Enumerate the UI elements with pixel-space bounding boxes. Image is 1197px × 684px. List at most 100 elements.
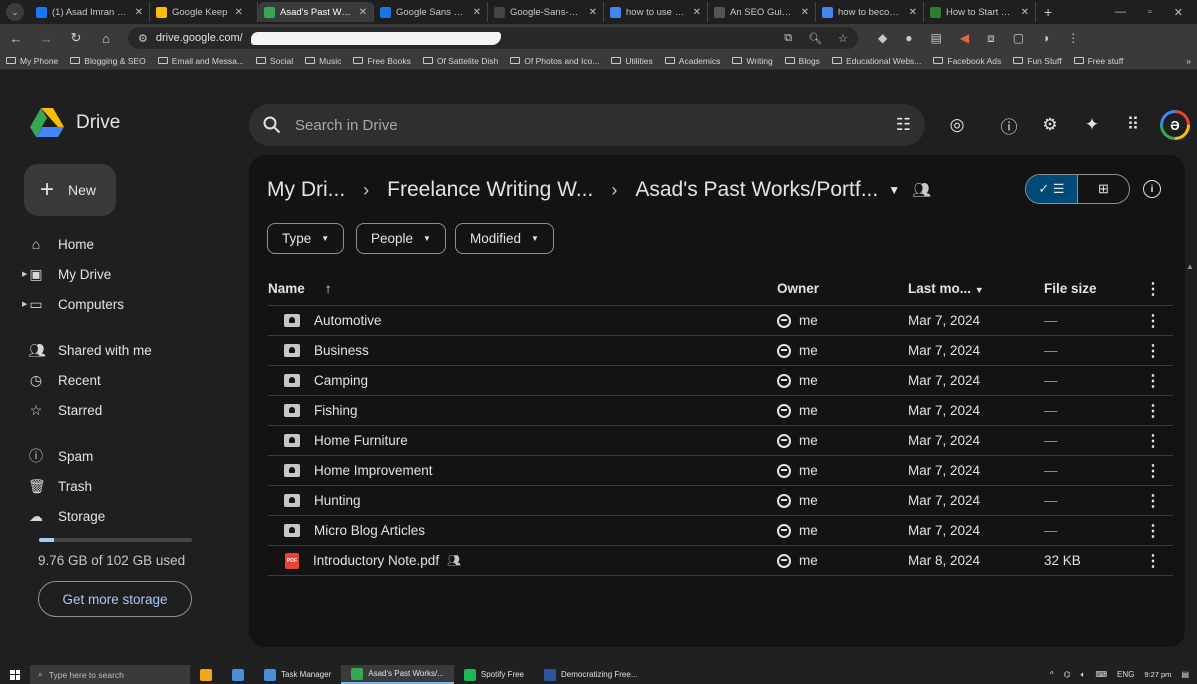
browser-tab[interactable]: Google-Sans-Font ✕ <box>488 2 604 22</box>
browser-menu-icon[interactable]: ⋮ <box>1067 31 1079 46</box>
folder-menu-dropdown-icon[interactable]: ▼ <box>888 183 900 197</box>
file-row[interactable]: Micro Blog Articles me Mar 7, 2024 — ⋮ <box>268 516 1173 546</box>
bookmark-item[interactable]: Writing <box>732 56 773 66</box>
restore-icon[interactable]: ▫ <box>1148 6 1152 19</box>
row-more-actions-icon[interactable]: ⋮ <box>1145 551 1161 571</box>
bookmark-item[interactable]: Email and Messa... <box>157 56 244 66</box>
search-bar[interactable]: ☷ <box>249 104 925 146</box>
tab-close-icon[interactable]: ✕ <box>234 7 242 18</box>
start-button[interactable] <box>0 669 30 680</box>
filter-chip-type[interactable]: Type ▼ <box>267 223 345 254</box>
file-row[interactable]: PDF Introductory Note.pdf 👥︎ me Mar 8, 2024 3… <box>268 546 1173 576</box>
taskbar-app[interactable]: Task Manager <box>254 665 341 684</box>
get-more-storage-button[interactable]: Get more storage <box>38 581 192 617</box>
browser-tab[interactable]: How to Start Your ✕ <box>924 2 1036 22</box>
bookmark-item[interactable]: Educational Webs... <box>831 56 921 66</box>
keyboard-icon[interactable]: ⌨ <box>1095 670 1107 679</box>
sidebar-item-trash[interactable]: 🗑︎ Trash <box>28 472 92 500</box>
taskbar-app-pinned[interactable] <box>190 665 222 684</box>
volume-icon[interactable]: 🔈︎ <box>1081 670 1086 680</box>
column-options-more-icon[interactable]: ⋮ <box>1145 279 1161 299</box>
file-row[interactable]: Home Improvement me Mar 7, 2024 — ⋮ <box>268 456 1173 486</box>
sidebar-item-home[interactable]: ⌂ Home <box>28 230 94 258</box>
bookmark-item[interactable]: Blogging & SEO <box>70 56 146 66</box>
network-icon[interactable]: ⌬ <box>1064 670 1071 679</box>
breadcrumb-item-my-drive[interactable]: My Dri... <box>267 178 345 202</box>
tab-close-icon[interactable]: ✕ <box>801 7 809 18</box>
profile-icon[interactable]: ◑ <box>1042 31 1049 46</box>
column-header-name[interactable]: Name ↑ <box>268 281 332 296</box>
minimize-icon[interactable]: — <box>1115 6 1126 19</box>
browser-tab[interactable]: An SEO Guide to ✕ <box>708 2 816 22</box>
search-input[interactable] <box>295 116 882 134</box>
bookmark-item[interactable]: Fun Stuff <box>1013 56 1062 66</box>
help-icon[interactable]: ⓘ <box>997 113 1021 137</box>
filter-chip-modified[interactable]: Modified ▼ <box>455 223 554 254</box>
tab-close-icon[interactable]: ✕ <box>589 7 597 18</box>
extension-icon[interactable]: ◀ <box>960 31 969 46</box>
browser-tab[interactable]: Google Sans Font ✕ <box>374 2 488 22</box>
bookmark-item[interactable]: My Phone <box>6 56 58 66</box>
tab-close-icon[interactable]: ✕ <box>1021 7 1029 18</box>
row-more-actions-icon[interactable]: ⋮ <box>1145 491 1161 511</box>
row-more-actions-icon[interactable]: ⋮ <box>1145 311 1161 331</box>
column-header-owner[interactable]: Owner <box>777 281 819 296</box>
bookmark-item[interactable]: Of Sattelite Dish <box>422 56 498 66</box>
sidebar-item-storage[interactable]: ☁ Storage <box>28 502 105 530</box>
file-row[interactable]: Home Furniture me Mar 7, 2024 — ⋮ <box>268 426 1173 456</box>
tab-search-chevron-icon[interactable]: ⌄ <box>6 3 24 21</box>
breadcrumb-item-freelance-writing[interactable]: Freelance Writing W... <box>387 178 593 202</box>
scrollbar-up-arrow-icon[interactable]: ▲ <box>1186 262 1194 271</box>
row-more-actions-icon[interactable]: ⋮ <box>1145 431 1161 451</box>
taskbar-app[interactable]: Democratizing Free... <box>534 665 647 684</box>
bookmark-item[interactable]: Blogs <box>784 56 820 66</box>
gemini-sparkle-icon[interactable]: ✦ <box>1080 113 1104 137</box>
browser-tab[interactable]: how to become ✕ <box>816 2 924 22</box>
shared-folder-icon[interactable]: 👥︎ <box>912 181 931 199</box>
view-details-info-icon[interactable]: i <box>1143 180 1161 198</box>
file-row[interactable]: Automotive me Mar 7, 2024 — ⋮ <box>268 306 1173 336</box>
home-browser-icon[interactable]: ⌂ <box>98 31 114 46</box>
browser-tab[interactable]: Google Keep ✕ <box>150 2 258 22</box>
breadcrumb-item-current-folder[interactable]: Asad's Past Works/Portf... <box>635 178 878 202</box>
column-header-file-size[interactable]: File size <box>1044 281 1097 296</box>
address-bar[interactable]: ⚙ drive.google.com/ ⧉ 🔍︎ ☆ <box>128 27 858 49</box>
search-options-icon[interactable]: ☷ <box>896 115 911 135</box>
bookmark-item[interactable]: Free Books <box>353 56 411 66</box>
taskbar-search-box[interactable]: ⌕ Type here to search <box>30 665 190 684</box>
language-indicator[interactable]: ENG <box>1117 670 1134 679</box>
tray-overflow-icon[interactable]: ^ <box>1050 670 1054 679</box>
bookmark-item[interactable]: Free stuff <box>1073 56 1123 66</box>
file-row[interactable]: Business me Mar 7, 2024 — ⋮ <box>268 336 1173 366</box>
sidebar-item-computers[interactable]: ▶ ▭ Computers <box>22 290 124 318</box>
drive-logo[interactable]: Drive <box>30 108 120 138</box>
extensions-puzzle-icon[interactable]: ⧈ <box>987 31 995 46</box>
zoom-icon[interactable]: 🔍︎ <box>808 32 822 45</box>
row-more-actions-icon[interactable]: ⋮ <box>1145 521 1161 541</box>
bookmark-item[interactable]: Social <box>256 56 293 66</box>
file-row[interactable]: Camping me Mar 7, 2024 — ⋮ <box>268 366 1173 396</box>
browser-tab[interactable]: how to use googl ✕ <box>604 2 708 22</box>
row-more-actions-icon[interactable]: ⋮ <box>1145 461 1161 481</box>
ready-for-offline-icon[interactable]: ◎ <box>945 113 969 137</box>
taskbar-app-pinned[interactable] <box>222 665 254 684</box>
new-button[interactable]: + New <box>24 164 116 216</box>
google-apps-icon[interactable]: ⠿ <box>1121 113 1145 137</box>
search-icon[interactable] <box>263 116 281 134</box>
browser-tab[interactable]: Asad's Past Works ✕ <box>258 2 374 22</box>
sidebar-item-spam[interactable]: ⓘ Spam <box>28 442 93 470</box>
bookmark-star-icon[interactable]: ☆ <box>838 32 848 45</box>
bookmark-item[interactable]: Academics <box>664 56 720 66</box>
expand-caret-icon[interactable]: ▶ <box>22 300 27 308</box>
side-panel-icon[interactable]: ▢ <box>1013 31 1024 46</box>
sort-dropdown-icon[interactable]: ▼ <box>975 285 984 295</box>
bookmark-item[interactable]: Of Photos and Ico... <box>510 56 599 66</box>
extension-icon[interactable]: ● <box>905 31 912 46</box>
browser-tab[interactable]: (1) Asad Imran Sh ✕ <box>30 2 150 22</box>
tab-close-icon[interactable]: ✕ <box>473 7 481 18</box>
expand-caret-icon[interactable]: ▶ <box>22 270 27 278</box>
reload-icon[interactable]: ↻ <box>68 30 84 46</box>
row-more-actions-icon[interactable]: ⋮ <box>1145 401 1161 421</box>
row-more-actions-icon[interactable]: ⋮ <box>1145 341 1161 361</box>
extension-icon[interactable]: ▤ <box>930 31 941 46</box>
